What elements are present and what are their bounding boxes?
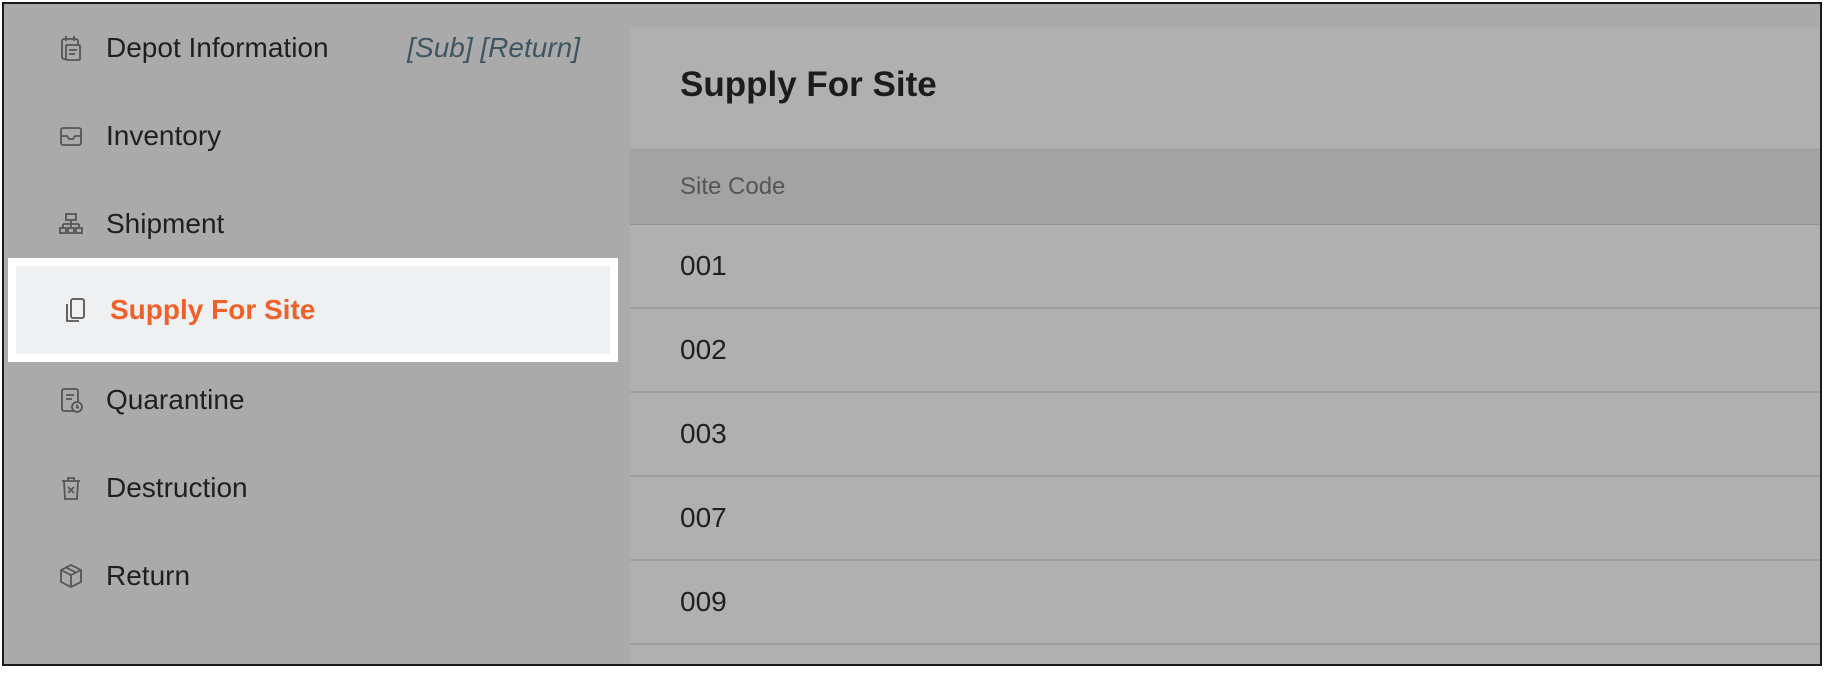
page-title: Supply For Site xyxy=(680,65,937,104)
sidebar-item-label: Quarantine xyxy=(106,384,245,415)
site-table: Site Code 001 002 003 007 009 xyxy=(630,149,1820,645)
package-icon xyxy=(58,561,84,591)
sidebar-item-label: Shipment xyxy=(106,208,225,239)
copy-document-icon xyxy=(62,295,88,325)
main-panel: Supply For Site Site Code 001 002 003 00… xyxy=(630,27,1820,664)
table-row[interactable]: 009 xyxy=(630,561,1820,645)
table-row[interactable]: 002 xyxy=(630,309,1820,393)
sidebar-item-return[interactable]: Return xyxy=(4,532,614,620)
trash-x-icon xyxy=(58,473,84,503)
sidebar-item-label: Inventory xyxy=(106,120,222,151)
sidebar: Depot Information [Sub] [Return] Invento… xyxy=(4,4,630,664)
sidebar-item-label: Return xyxy=(106,560,191,591)
site-code-cell: 002 xyxy=(680,334,727,365)
sidebar-item-shipment[interactable]: Shipment xyxy=(4,180,614,268)
calendar-clipboard-icon xyxy=(58,33,84,63)
table-row[interactable]: 003 xyxy=(630,393,1820,477)
site-code-cell: 009 xyxy=(680,586,727,617)
column-header-site-code[interactable]: Site Code xyxy=(680,173,785,201)
sidebar-item-label: Supply For Site xyxy=(110,294,316,325)
site-code-cell: 007 xyxy=(680,502,727,533)
table-row[interactable]: 001 xyxy=(630,225,1820,309)
sidebar-item-label: Destruction xyxy=(106,472,248,503)
app-frame: Depot Information [Sub] [Return] Invento… xyxy=(2,2,1822,666)
sidebar-item-label: Depot Information xyxy=(106,32,329,63)
sidebar-item-depot-information[interactable]: Depot Information [Sub] [Return] xyxy=(4,4,614,92)
inbox-icon xyxy=(58,121,84,151)
hierarchy-icon xyxy=(58,209,84,239)
site-code-cell: 003 xyxy=(680,418,727,449)
site-code-cell: 001 xyxy=(680,250,727,281)
sidebar-item-extra-tags: [Sub] [Return] xyxy=(407,32,580,63)
sidebar-item-inventory[interactable]: Inventory xyxy=(4,92,614,180)
document-clock-icon xyxy=(58,385,84,415)
sidebar-item-supply-for-site[interactable]: Supply For Site xyxy=(8,258,618,362)
sidebar-item-quarantine[interactable]: Quarantine xyxy=(4,356,614,444)
table-row[interactable]: 007 xyxy=(630,477,1820,561)
table-header: Site Code xyxy=(630,150,1820,225)
sidebar-item-destruction[interactable]: Destruction xyxy=(4,444,614,532)
